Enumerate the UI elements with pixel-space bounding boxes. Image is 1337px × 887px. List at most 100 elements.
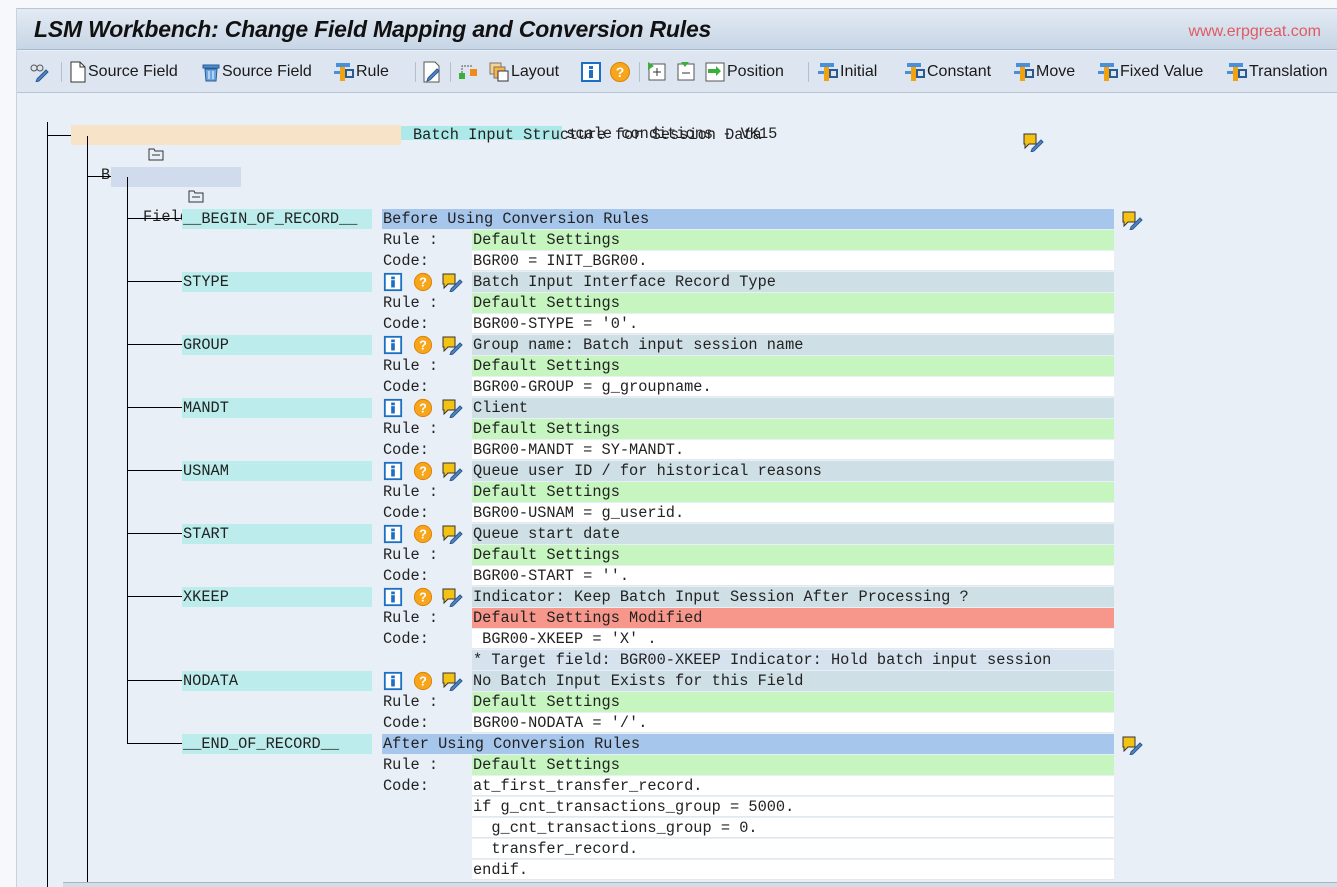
field-name[interactable]: USNAM	[182, 461, 372, 481]
hierarchy-button[interactable]	[457, 60, 479, 84]
tree-line	[127, 407, 182, 408]
source-field-button[interactable]: Source Field	[201, 60, 312, 84]
help-icon[interactable]: ?	[413, 461, 433, 481]
edit-button[interactable]	[422, 60, 442, 84]
code-line[interactable]: BGR00-START = ''.	[472, 566, 1114, 586]
edit-comment-icon[interactable]	[441, 671, 463, 692]
structure-node[interactable]: BGR00	[71, 125, 401, 184]
position-button[interactable]: Position	[704, 60, 784, 84]
help-icon[interactable]: ?	[413, 335, 433, 355]
info-icon[interactable]	[383, 671, 403, 691]
code-label: Code:	[383, 504, 429, 522]
rule-value-modified[interactable]: Default Settings Modified	[472, 608, 1114, 628]
tree-line	[127, 533, 182, 534]
folder-open-icon	[115, 169, 204, 203]
field-name[interactable]: __BEGIN_OF_RECORD__	[182, 209, 372, 229]
rule-value[interactable]: Default Settings	[472, 419, 1114, 439]
move-button[interactable]: Move	[1013, 60, 1075, 84]
edit-comment-icon[interactable]	[441, 335, 463, 356]
toolbar-button-label: Rule	[356, 63, 389, 80]
horizontal-scrollbar[interactable]	[63, 882, 1337, 887]
edit-comment-icon[interactable]	[441, 461, 463, 482]
field-description: Queue user ID / for historical reasons	[472, 461, 1114, 481]
field-name[interactable]: GROUP	[182, 335, 372, 355]
edit-comment-icon[interactable]	[1121, 210, 1143, 231]
layout-button[interactable]: Layout	[488, 60, 559, 84]
field-name[interactable]: NODATA	[182, 671, 372, 691]
info-icon[interactable]	[383, 398, 403, 418]
code-line[interactable]: BGR00-USNAM = g_userid.	[472, 503, 1114, 523]
help-icon[interactable]: ?	[413, 398, 433, 418]
edit-comment-icon[interactable]	[1121, 735, 1143, 756]
code-label: Code:	[383, 567, 429, 585]
tree-line	[127, 177, 128, 744]
code-line[interactable]: BGR00-MANDT = SY-MANDT.	[472, 440, 1114, 460]
toolbar-separator	[808, 62, 809, 82]
code-line[interactable]: BGR00 = INIT_BGR00.	[472, 251, 1114, 271]
edit-comment-icon[interactable]	[441, 272, 463, 293]
field-name[interactable]: XKEEP	[182, 587, 372, 607]
translation-button[interactable]: Translation	[1226, 60, 1328, 84]
record-event-description: After Using Conversion Rules	[382, 734, 1114, 754]
svg-text:?: ?	[419, 338, 427, 353]
tree-line	[127, 281, 182, 282]
rule-value[interactable]: Default Settings	[472, 230, 1114, 250]
help-icon[interactable]: ?	[413, 272, 433, 292]
rule-value[interactable]: Default Settings	[472, 755, 1114, 775]
tree-line	[127, 596, 182, 597]
code-line[interactable]: at_first_transfer_record.	[472, 776, 1114, 796]
info-button[interactable]	[580, 60, 602, 84]
rule-value[interactable]: Default Settings	[472, 356, 1114, 376]
code-line[interactable]: BGR00-STYPE = '0'.	[472, 314, 1114, 334]
sap-window: LSM Workbench: Change Field Mapping and …	[16, 8, 1337, 887]
edit-comment-icon[interactable]	[441, 398, 463, 419]
field-description: Group name: Batch input session name	[472, 335, 1114, 355]
display-change-button[interactable]	[29, 60, 51, 84]
edit-comment-icon[interactable]	[441, 587, 463, 608]
rule-value[interactable]: Default Settings	[472, 482, 1114, 502]
toolbar-button-label: Translation	[1249, 63, 1328, 80]
info-icon[interactable]	[383, 272, 403, 292]
info-icon[interactable]	[383, 587, 403, 607]
code-label: Code:	[383, 630, 429, 648]
code-line[interactable]: transfer_record.	[472, 839, 1114, 859]
toolbar-button-label: Position	[727, 63, 784, 80]
expand-button[interactable]	[646, 60, 668, 84]
edit-comment-icon[interactable]	[1022, 132, 1044, 153]
help-icon[interactable]: ?	[413, 671, 433, 691]
field-name[interactable]: MANDT	[182, 398, 372, 418]
code-line[interactable]: BGR00-NODATA = '/'.	[472, 713, 1114, 733]
info-icon[interactable]	[383, 335, 403, 355]
rule-value[interactable]: Default Settings	[472, 293, 1114, 313]
fixed-value-button[interactable]: Fixed Value	[1097, 60, 1203, 84]
help-icon[interactable]: ?	[413, 524, 433, 544]
edit-comment-icon[interactable]	[441, 524, 463, 545]
initial-button[interactable]: Initial	[817, 60, 877, 84]
field-name[interactable]: START	[182, 524, 372, 544]
code-line[interactable]: g_cnt_transactions_group = 0.	[472, 818, 1114, 838]
svg-text:?: ?	[616, 64, 625, 80]
info-icon[interactable]	[383, 461, 403, 481]
fields-folder-node[interactable]: Fields	[111, 167, 241, 226]
mapping-tree: SUPPORT - MATERIALS - Zscale conditions …	[17, 94, 1337, 887]
tree-root[interactable]: SUPPORT - MATERIALS - Zscale conditions …	[23, 104, 777, 143]
rule-button[interactable]: Rule	[333, 60, 389, 84]
code-line[interactable]: BGR00-GROUP = g_groupname.	[472, 377, 1114, 397]
help-icon[interactable]: ?	[413, 587, 433, 607]
tree-line	[47, 135, 71, 136]
collapse-button[interactable]	[675, 60, 697, 84]
rule-value[interactable]: Default Settings	[472, 692, 1114, 712]
field-name[interactable]: __END_OF_RECORD__	[182, 734, 372, 754]
source-field-button[interactable]: Source Field	[69, 60, 178, 84]
code-line[interactable]: if g_cnt_transactions_group = 5000.	[472, 797, 1114, 817]
help-button[interactable]: ?	[609, 60, 631, 84]
code-line[interactable]: endif.	[472, 860, 1114, 880]
constant-button[interactable]: Constant	[904, 60, 991, 84]
code-line[interactable]: BGR00-XKEEP = 'X' .	[472, 629, 1114, 649]
info-icon[interactable]	[383, 524, 403, 544]
code-label: Code:	[383, 378, 429, 396]
trash-icon	[201, 61, 221, 83]
tree-line	[127, 344, 182, 345]
rule-value[interactable]: Default Settings	[472, 545, 1114, 565]
field-name[interactable]: STYPE	[182, 272, 372, 292]
